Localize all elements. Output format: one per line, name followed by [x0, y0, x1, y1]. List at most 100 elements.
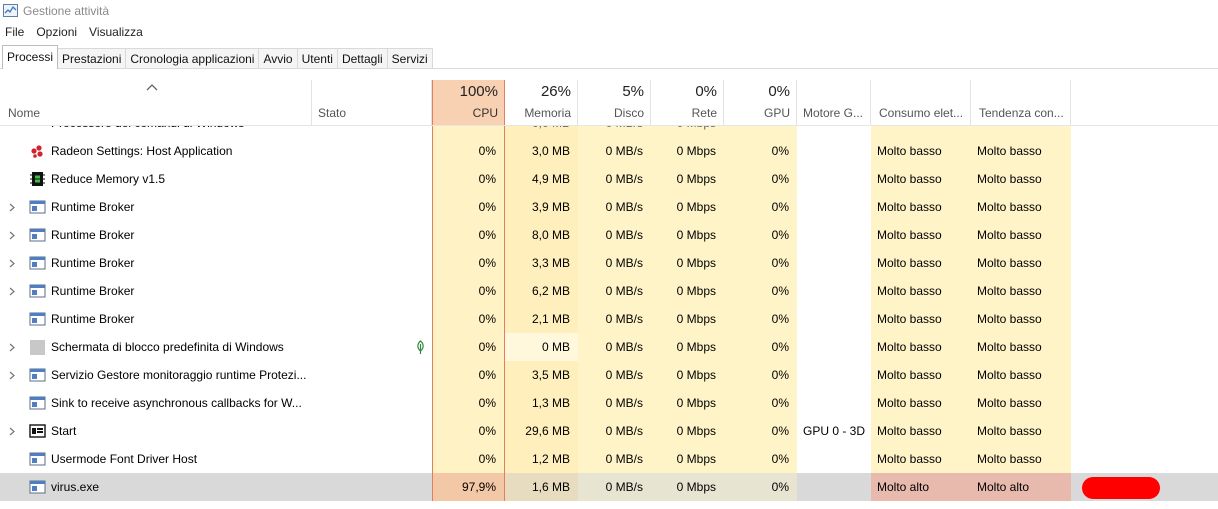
memory-cell: 4,9 MB [505, 165, 578, 193]
cpu-cell [432, 126, 505, 137]
column-network[interactable]: 0% Rete [651, 80, 724, 125]
power-usage-cell: Molto basso [871, 445, 971, 473]
table-row[interactable]: Reduce Memory v1.5 0% 4,9 MB 0 MB/s 0 Mbps 0%… [0, 165, 1218, 193]
tab-startup[interactable]: Avvio [258, 48, 298, 69]
disk-usage-total: 5% [622, 83, 644, 100]
gpu-usage-total: 0% [768, 83, 790, 100]
network-cell: 0 Mbps [651, 445, 724, 473]
disk-cell: 0 MB/s [578, 333, 651, 361]
disk-cell: 0 MB/s [578, 126, 651, 137]
network-cell: 0 Mbps [651, 417, 724, 445]
gpu-cell: 0% [724, 361, 797, 389]
window-icon [29, 284, 46, 298]
cpu-cell: 97,9% [432, 473, 505, 501]
table-row[interactable]: Runtime Broker 0% 8,0 MB 0 MB/s 0 Mbps 0% Molt… [0, 221, 1218, 249]
chevron-right-icon[interactable] [9, 343, 15, 352]
column-cpu[interactable]: 100% CPU [432, 80, 505, 125]
process-name: Runtime Broker [51, 256, 135, 270]
tab-users[interactable]: Utenti [296, 48, 338, 69]
tab-strip: Processi Prestazioni Cronologia applicaz… [2, 45, 433, 69]
chevron-right-icon[interactable] [9, 259, 15, 268]
tab-app-history[interactable]: Cronologia applicazioni [125, 48, 260, 69]
power-usage-cell: Molto basso [871, 277, 971, 305]
memory-usage-total: 26% [540, 83, 571, 100]
network-cell: 0 Mbps [651, 165, 724, 193]
disk-cell: 0 MB/s [578, 165, 651, 193]
chevron-right-icon[interactable] [9, 427, 15, 436]
table-row[interactable]: Sink to receive asynchronous callbacks f… [0, 389, 1218, 417]
network-cell: 0 Mbps [651, 277, 724, 305]
column-gpu[interactable]: 0% GPU [724, 80, 797, 125]
table-row-partial[interactable]: Processore dei comandi di Windows0,0 MB0… [0, 126, 1218, 137]
power-trend-cell: Molto basso [971, 305, 1071, 333]
power-trend-cell: Molto basso [971, 249, 1071, 277]
column-memory[interactable]: 26% Memoria [505, 80, 578, 125]
column-disk[interactable]: 5% Disco [578, 80, 651, 125]
title-bar: Gestione attività [0, 0, 1218, 22]
table-row[interactable]: virus.exe 97,9% 1,6 MB 0 MB/s 0 Mbps 0% Molto … [0, 473, 1218, 501]
disk-cell: 0 MB/s [578, 445, 651, 473]
table-row[interactable]: Schermata di blocco predefinita di Windo… [0, 333, 1218, 361]
table-row[interactable]: Usermode Font Driver Host 0% 1,2 MB 0 MB/s 0… [0, 445, 1218, 473]
gpu-cell: 0% [724, 165, 797, 193]
column-network-label: Rete [691, 106, 717, 120]
process-name: Schermata di blocco predefinita di Windo… [51, 340, 284, 354]
cpu-cell: 0% [432, 221, 505, 249]
network-cell: 0 Mbps [651, 361, 724, 389]
gpu-cell: 0% [724, 473, 797, 501]
column-power-trend[interactable]: Tendenza con... [971, 80, 1071, 125]
tab-processes[interactable]: Processi [2, 45, 59, 69]
eng-cell [797, 126, 871, 137]
menu-file[interactable]: File [0, 23, 30, 41]
tab-performance[interactable]: Prestazioni [57, 48, 127, 69]
column-gpu-label: GPU [763, 106, 790, 120]
table-row[interactable]: Runtime Broker 0% 3,3 MB 0 MB/s 0 Mbps 0% Molt… [0, 249, 1218, 277]
window-icon [29, 256, 46, 270]
cpu-cell: 0% [432, 193, 505, 221]
menu-options[interactable]: Opzioni [30, 23, 83, 41]
process-name: Start [51, 424, 77, 438]
memory-cell: 29,6 MB [505, 417, 578, 445]
redaction-mark [1082, 477, 1160, 499]
sort-ascending-icon [146, 84, 158, 91]
column-gpu-engine[interactable]: Motore G... [797, 80, 871, 125]
tab-divider [0, 68, 1218, 69]
chevron-right-icon[interactable] [9, 203, 15, 212]
menu-view[interactable]: Visualizza [83, 23, 149, 41]
column-status[interactable]: Stato [312, 80, 432, 125]
table-row[interactable]: Runtime Broker 0% 2,1 MB 0 MB/s 0 Mbps 0% Molt… [0, 305, 1218, 333]
gpu-engine-cell [797, 193, 871, 221]
gpu-engine-cell: GPU 0 - 3D [803, 424, 866, 438]
power-trend-cell: Molto alto [971, 473, 1071, 501]
table-row[interactable]: Servizio Gestore monitoraggio runtime Pr… [0, 361, 1218, 389]
table-row[interactable]: Start 0% 29,6 MB 0 MB/s 0 Mbps 0% GPU 0 - 3D Mo… [0, 417, 1218, 445]
memory-cell: 1,3 MB [505, 389, 578, 417]
tab-services[interactable]: Servizi [386, 48, 433, 69]
process-name: Processore dei comandi di Windows [51, 126, 244, 137]
power-trend-cell: Molto basso [971, 361, 1071, 389]
column-gpu-engine-label: Motore G... [803, 106, 864, 120]
table-row[interactable]: Radeon Settings: Host Application 0% 3,0 M… [0, 137, 1218, 165]
column-power-usage[interactable]: Consumo elet... [871, 80, 971, 125]
power-trend-cell: Molto basso [971, 193, 1071, 221]
table-row[interactable]: Runtime Broker 0% 6,2 MB 0 MB/s 0 Mbps 0% Molt… [0, 277, 1218, 305]
gpu-engine-cell [797, 389, 871, 417]
column-name[interactable]: Nome [0, 80, 312, 125]
memory-cell: 3,3 MB [505, 249, 578, 277]
gpu-engine-cell [797, 137, 871, 165]
process-name: Sink to receive asynchronous callbacks f… [51, 396, 302, 410]
power-trend-cell: Molto basso [971, 165, 1071, 193]
network-cell: 0 Mbps [651, 473, 724, 501]
tab-details[interactable]: Dettagli [336, 48, 388, 69]
radeon-icon [31, 145, 43, 158]
chevron-right-icon[interactable] [9, 287, 15, 296]
chevron-right-icon[interactable] [9, 231, 15, 240]
gpu-cell: 0% [724, 417, 797, 445]
power-trend-cell: Molto basso [971, 445, 1071, 473]
cpu-cell: 0% [432, 277, 505, 305]
cpu-cell: 0% [432, 445, 505, 473]
chevron-right-icon[interactable] [9, 371, 15, 380]
window-icon [29, 312, 46, 326]
menu-bar: File Opzioni Visualizza [0, 23, 149, 41]
table-row[interactable]: Runtime Broker 0% 3,9 MB 0 MB/s 0 Mbps 0% Molt… [0, 193, 1218, 221]
